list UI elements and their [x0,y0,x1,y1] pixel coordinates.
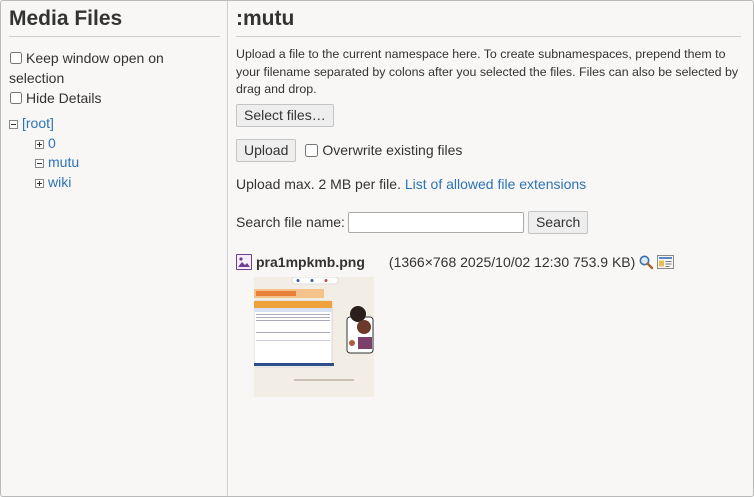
allowed-extensions-link[interactable]: List of allowed file extensions [405,176,586,192]
collapse-icon[interactable] [35,159,44,168]
tree-link-wiki[interactable]: wiki [48,174,71,190]
select-files-row: Select files… [236,103,753,127]
file-thumbnail[interactable] [254,276,374,397]
hide-details-option[interactable]: Hide Details [9,88,219,108]
hide-details-label: Hide Details [26,90,102,106]
tree-link-root[interactable]: [root] [22,115,54,131]
keep-open-label: Keep window open on selection [9,50,164,86]
file-line: pra1mpkmb.png (1366×768 2025/10/02 12:30… [236,252,753,272]
overwrite-checkbox[interactable] [305,143,319,157]
namespace-title: :mutu [236,7,741,37]
tree-node-mutu: mutu [9,153,219,173]
tree-link-mutu[interactable]: mutu [48,154,79,170]
tree-node-wiki: wiki [9,173,219,193]
upload-limit-text: Upload max. 2 MB per file. [236,175,401,192]
upload-button[interactable]: Upload [236,138,297,162]
file-name[interactable]: pra1mpkmb.png [256,254,365,270]
upload-limit-line: Upload max. 2 MB per file. List of allow… [236,176,753,192]
file-meta: (1366×768 2025/10/02 12:30 753.9 KB) [388,253,636,270]
main-panel: :mutu Upload a file to the current names… [229,1,753,496]
thumbnail-image [254,276,374,397]
image-file-icon [236,253,252,270]
tree-node-root: [root] [9,114,219,134]
select-files-button[interactable]: Select files… [236,103,334,127]
namespace-tree: [root] 0 mutu wiki [9,114,219,192]
insert-media-icon[interactable] [657,254,675,269]
magnifier-icon[interactable] [638,254,654,270]
search-label: Search file name: [236,214,345,230]
file-item: pra1mpkmb.png (1366×768 2025/10/02 12:30… [236,252,753,397]
tree-node-0: 0 [9,134,219,154]
sidebar-options: Keep window open on selection Hide Detai… [9,48,219,108]
upload-row: Upload Overwrite existing files [236,138,753,162]
hide-details-checkbox[interactable] [10,92,22,104]
tree-link-0[interactable]: 0 [48,135,56,151]
expand-icon[interactable] [35,139,44,149]
search-input[interactable] [347,211,524,233]
sidebar: Media Files Keep window open on selectio… [1,1,228,496]
expand-icon[interactable] [35,178,44,188]
keep-open-option[interactable]: Keep window open on selection [9,48,219,88]
collapse-icon[interactable] [9,120,18,129]
overwrite-label: Overwrite existing files [322,142,463,158]
upload-instructions: Upload a file to the current namespace h… [236,47,739,96]
keep-open-checkbox[interactable] [10,52,22,64]
sidebar-title: Media Files [9,7,220,37]
search-button[interactable]: Search [527,210,589,234]
search-row: Search file name: Search [236,210,753,234]
